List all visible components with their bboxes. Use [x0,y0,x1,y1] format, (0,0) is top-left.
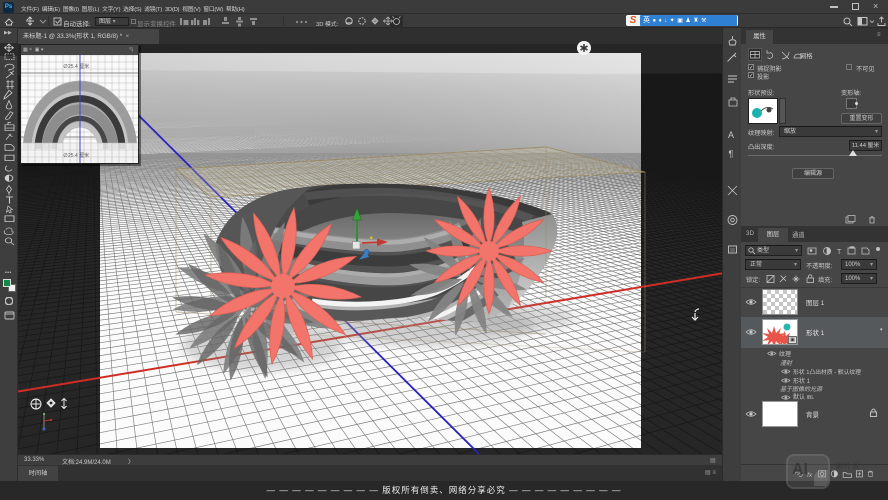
svg-text:T: T [837,249,842,256]
svg-text:∅25.4 厘米: ∅25.4 厘米 [63,152,89,159]
svg-text:¶: ¶ [729,149,734,159]
svg-text:∅25.4 厘米: ∅25.4 厘米 [63,63,89,70]
svg-text:A: A [728,130,734,140]
